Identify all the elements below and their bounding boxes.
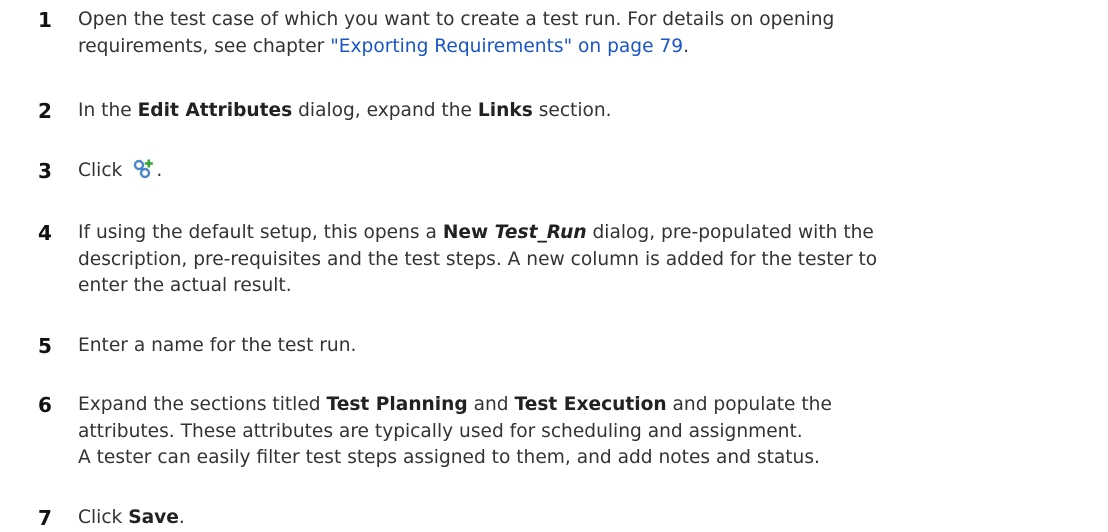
- create-link-icon: [132, 159, 156, 179]
- step-number: 2: [38, 99, 52, 123]
- ui-term-new-test-run: New Test_Run: [443, 222, 587, 243]
- step-number: 4: [38, 221, 52, 245]
- step-text: Click Save.: [78, 505, 1108, 532]
- step-text-fragment: Click: [78, 507, 129, 528]
- step-text: Enter a name for the test run.: [78, 333, 1108, 360]
- step-text-line: Open the test case of which you want to …: [78, 9, 835, 30]
- ui-term-part-italic: Test_Run: [494, 222, 587, 243]
- step-text-fragment: section.: [532, 100, 612, 121]
- step-text-line: A tester can easily filter test steps as…: [78, 447, 820, 468]
- step-text-fragment: .: [178, 507, 185, 528]
- step-text: Open the test case of which you want to …: [78, 7, 1108, 60]
- step-text-fragment: Expand the sections titled: [78, 394, 327, 415]
- step-text: If using the default setup, this opens a…: [78, 220, 1108, 300]
- step-text-fragment: .: [156, 160, 163, 181]
- chapter-cross-reference-link[interactable]: "Exporting Requirements" on page 79: [330, 36, 683, 57]
- step-text-fragment: In the: [78, 100, 138, 121]
- ui-term-test-planning: Test Planning: [326, 394, 468, 415]
- step-text-fragment: dialog, expand the: [292, 100, 478, 121]
- step-text: Expand the sections titled Test Planning…: [78, 392, 1108, 472]
- step-text-line: Click .: [78, 158, 1108, 185]
- step-text-line: Expand the sections titled Test Planning…: [78, 392, 1108, 419]
- step-text-fragment: and populate the: [666, 394, 832, 415]
- ui-term-edit-attributes: Edit Attributes: [137, 100, 293, 121]
- step-number: 1: [38, 8, 52, 32]
- step-number: 3: [38, 159, 52, 183]
- step-text-line: description, pre-requisites and the test…: [78, 248, 878, 270]
- step-text-line: Enter a name for the test run.: [78, 335, 357, 356]
- step-number: 6: [38, 393, 52, 417]
- step-number: 5: [38, 334, 52, 358]
- step-text-line: enter the actual result.: [78, 275, 292, 296]
- step-text-fragment: requirements, see chapter: [78, 35, 331, 57]
- step-text-fragment: Click: [78, 160, 123, 181]
- ui-term-test-execution: Test Execution: [514, 394, 667, 415]
- step-text-fragment: .: [683, 35, 690, 57]
- ui-term-links: Links: [477, 100, 533, 121]
- step-text-fragment: If using the default setup, this opens a: [78, 222, 443, 243]
- ui-term-save: Save: [128, 507, 179, 528]
- step-text: Click .: [78, 158, 1108, 185]
- step-text-line: requirements, see chapter "Exporting Req…: [78, 34, 1108, 61]
- step-text-line: If using the default setup, this opens a…: [78, 220, 1108, 247]
- step-text-line: Click Save.: [78, 505, 1108, 532]
- ui-term-part: New: [442, 222, 495, 243]
- step-text-fragment: and: [467, 394, 515, 415]
- step-text: In the Edit Attributes dialog, expand th…: [78, 98, 1108, 125]
- step-text-line: In the Edit Attributes dialog, expand th…: [78, 98, 1108, 125]
- step-number: 7: [38, 506, 52, 530]
- step-text-line: attributes. These attributes are typical…: [78, 420, 803, 442]
- step-text-fragment: dialog, pre-populated with the: [586, 222, 874, 243]
